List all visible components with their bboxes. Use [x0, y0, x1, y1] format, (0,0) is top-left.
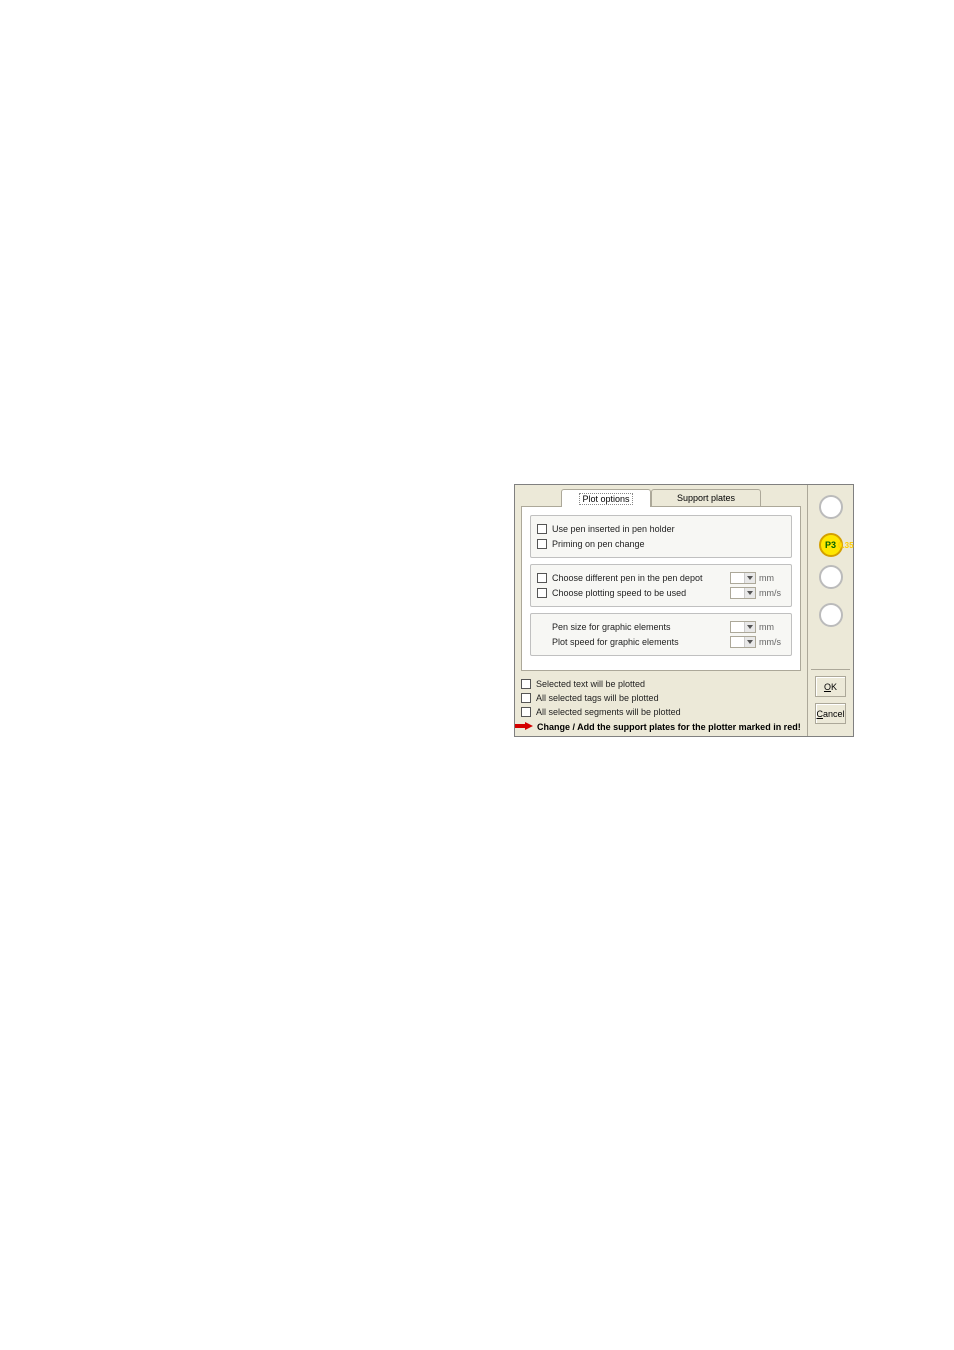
- tab-strip: Plot options Support plates: [521, 489, 801, 507]
- label-selected-tags: All selected tags will be plotted: [536, 693, 801, 703]
- pen-p3-label: P3: [825, 540, 836, 550]
- label-selected-segments: All selected segments will be plotted: [536, 707, 801, 717]
- label-priming: Priming on pen change: [552, 539, 785, 549]
- cancel-button[interactable]: Cancel: [815, 703, 845, 724]
- checkbox-selected-segments[interactable]: [521, 707, 531, 717]
- ok-rest: K: [831, 682, 837, 692]
- tab-page-plot-options: Use pen inserted in pen holder Priming o…: [521, 506, 801, 671]
- tab-plot-options-label: Plot options: [579, 493, 632, 505]
- dropdown-choose-speed[interactable]: [730, 587, 756, 599]
- checkbox-selected-tags[interactable]: [521, 693, 531, 703]
- unit-mm-2: mm: [759, 622, 785, 632]
- label-choose-speed: Choose plotting speed to be used: [552, 588, 730, 598]
- checkbox-priming[interactable]: [537, 539, 547, 549]
- group-pen-depot: Choose different pen in the pen depot mm…: [530, 564, 792, 607]
- dropdown-pen-size[interactable]: [730, 621, 756, 633]
- pen-slot-3[interactable]: [819, 565, 843, 589]
- warning-row: Change / Add the support plates for the …: [515, 722, 801, 732]
- label-use-pen-holder: Use pen inserted in pen holder: [552, 524, 785, 534]
- chevron-down-icon: [744, 622, 755, 632]
- tab-support-plates[interactable]: Support plates: [651, 489, 761, 506]
- pen-slot-1[interactable]: [819, 495, 843, 519]
- arrow-right-icon: [515, 722, 533, 732]
- left-column: Plot options Support plates Use pen inse…: [515, 485, 807, 736]
- unit-mm-1: mm: [759, 573, 785, 583]
- dropdown-choose-pen[interactable]: [730, 572, 756, 584]
- tab-plot-options[interactable]: Plot options: [561, 489, 651, 507]
- pen-p3-value: 0.35: [838, 541, 854, 550]
- checkbox-use-pen-holder[interactable]: [537, 524, 547, 534]
- pen-slot-4[interactable]: [819, 603, 843, 627]
- dropdown-plot-speed[interactable]: [730, 636, 756, 648]
- plot-options-dialog: Plot options Support plates Use pen inse…: [514, 484, 854, 737]
- chevron-down-icon: [744, 637, 755, 647]
- label-choose-pen: Choose different pen in the pen depot: [552, 573, 730, 583]
- label-pen-size: Pen size for graphic elements: [552, 622, 730, 632]
- ok-underline: O: [824, 682, 831, 692]
- group-selection: Selected text will be plotted All select…: [521, 677, 801, 718]
- checkbox-selected-text[interactable]: [521, 679, 531, 689]
- label-plot-speed: Plot speed for graphic elements: [552, 637, 730, 647]
- ok-button[interactable]: OK: [815, 676, 845, 697]
- chevron-down-icon: [744, 588, 755, 598]
- dialog-buttons: OK Cancel: [811, 669, 849, 730]
- label-selected-text: Selected text will be plotted: [536, 679, 801, 689]
- group-pen-holder: Use pen inserted in pen holder Priming o…: [530, 515, 792, 558]
- group-graphic-elements: Pen size for graphic elements mm Plot sp…: [530, 613, 792, 656]
- cancel-rest: ancel: [823, 709, 845, 719]
- unit-mms-2: mm/s: [759, 637, 785, 647]
- unit-mms-1: mm/s: [759, 588, 785, 598]
- chevron-down-icon: [744, 573, 755, 583]
- right-column: P3 0.35 OK Cancel: [807, 485, 853, 736]
- checkbox-choose-pen[interactable]: [537, 573, 547, 583]
- warning-text: Change / Add the support plates for the …: [537, 722, 801, 732]
- tab-support-plates-label: Support plates: [677, 493, 735, 503]
- checkbox-choose-speed[interactable]: [537, 588, 547, 598]
